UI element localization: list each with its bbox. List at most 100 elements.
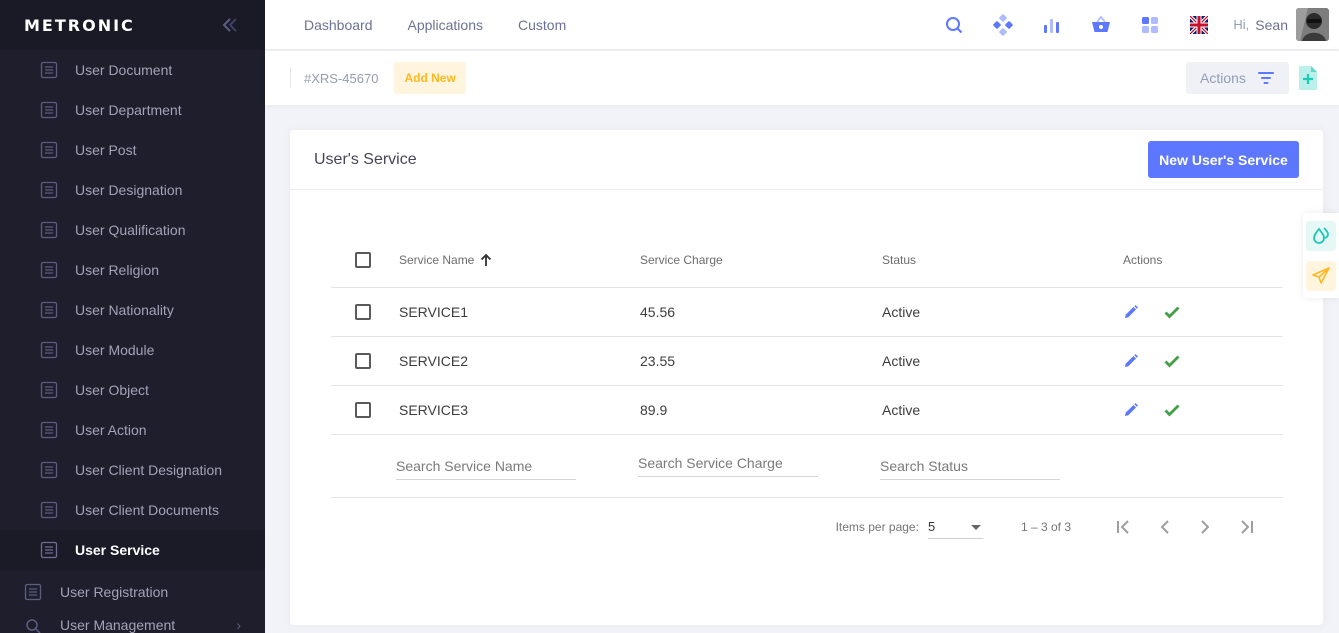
dropdown-arrow-icon xyxy=(970,519,981,534)
sidebar-item-label: User Nationality xyxy=(75,302,174,318)
sidebar-item-label: User Registration xyxy=(60,583,169,600)
drops-icon[interactable] xyxy=(1306,220,1336,251)
row-checkbox[interactable] xyxy=(355,304,371,320)
sidebar-item-label: User Document xyxy=(75,62,173,78)
column-header-service-charge[interactable]: Service Charge xyxy=(640,253,882,267)
row-select-cell xyxy=(331,304,399,320)
status-cell: Active xyxy=(882,353,921,369)
list-icon xyxy=(24,583,42,601)
table-row: SERVICE1 45.56 Active xyxy=(331,288,1283,337)
edit-icon[interactable] xyxy=(1123,402,1139,418)
add-new-button[interactable]: Add New xyxy=(394,62,466,94)
table-header-row: Service Name Service Charge Status Actio… xyxy=(331,233,1283,288)
approve-check-icon[interactable] xyxy=(1164,353,1180,369)
basket-icon[interactable] xyxy=(1076,7,1125,43)
list-icon xyxy=(40,141,58,159)
sidebar-item-user-management[interactable]: User Management › xyxy=(0,613,265,633)
row-select-cell xyxy=(331,402,399,418)
table-row: SERVICE2 23.55 Active xyxy=(331,337,1283,386)
items-per-page-label: Items per page: xyxy=(835,520,919,534)
next-page-icon[interactable] xyxy=(1185,507,1225,547)
sidebar-item-label: User Management xyxy=(60,617,176,633)
sidebar-item-user-object[interactable]: User Object xyxy=(0,370,265,410)
first-page-icon[interactable] xyxy=(1105,507,1145,547)
row-select-cell xyxy=(331,353,399,369)
users-service-card: User's Service New User's Service Servic… xyxy=(290,130,1323,625)
list-icon xyxy=(40,221,58,239)
approve-check-icon[interactable] xyxy=(1164,304,1180,320)
sidebar-item-label: User Service xyxy=(75,542,160,558)
search-service-name-input[interactable] xyxy=(396,452,576,480)
status-cell: Active xyxy=(882,402,921,418)
greeting-text: Hi, xyxy=(1233,17,1250,32)
uk-flag-icon[interactable] xyxy=(1174,7,1223,43)
column-header-service-name[interactable]: Service Name xyxy=(399,253,640,267)
page-title: User's Service xyxy=(314,150,417,168)
row-actions xyxy=(1123,402,1283,418)
sidebar-item-user-service[interactable]: User Service xyxy=(0,530,265,570)
brand-bar: METRONIC xyxy=(0,0,265,50)
list-icon xyxy=(40,341,58,359)
sidebar-item-user-registration[interactable]: User Registration xyxy=(0,570,265,613)
bar-chart-icon[interactable] xyxy=(1027,7,1076,43)
search-icon[interactable] xyxy=(929,7,978,43)
last-page-icon[interactable] xyxy=(1225,507,1265,547)
top-header: Dashboard Applications Custom Hi, Sean xyxy=(265,0,1339,50)
sidebar-item-user-department[interactable]: User Department xyxy=(0,90,265,130)
service-charge-cell: 89.9 xyxy=(640,402,668,418)
sidebar-item-user-designation[interactable]: User Designation xyxy=(0,170,265,210)
new-users-service-button[interactable]: New User's Service xyxy=(1148,141,1299,178)
brand-logo[interactable]: METRONIC xyxy=(24,16,135,35)
avatar[interactable] xyxy=(1296,8,1329,41)
arrow-up-icon[interactable] xyxy=(480,253,492,267)
sidebar-item-user-post[interactable]: User Post xyxy=(0,130,265,170)
approve-check-icon[interactable] xyxy=(1164,402,1180,418)
status-cell: Active xyxy=(882,304,921,320)
list-icon xyxy=(40,461,58,479)
actions-label: Actions xyxy=(1200,70,1246,86)
column-label: Service Name xyxy=(399,253,475,267)
select-all-checkbox[interactable] xyxy=(355,252,371,268)
filter-charge-wrap xyxy=(638,449,880,478)
add-file-icon[interactable] xyxy=(1297,64,1319,92)
sidebar-menu: User Document User Department User Post … xyxy=(0,50,265,633)
search-service-charge-input[interactable] xyxy=(638,449,818,478)
edit-icon[interactable] xyxy=(1123,353,1139,369)
list-icon xyxy=(40,61,58,79)
sidebar: METRONIC User Document User Department U… xyxy=(0,0,265,633)
sidebar-item-user-module[interactable]: User Module xyxy=(0,330,265,370)
sidebar-item-user-document[interactable]: User Document xyxy=(0,50,265,90)
sidebar-item-label: User Client Documents xyxy=(75,502,219,518)
send-icon[interactable] xyxy=(1306,260,1336,291)
sidebar-item-user-client-designation[interactable]: User Client Designation xyxy=(0,450,265,490)
row-actions xyxy=(1123,353,1283,369)
apps-icon[interactable] xyxy=(1125,7,1174,43)
row-checkbox[interactable] xyxy=(355,402,371,418)
edit-icon[interactable] xyxy=(1123,304,1139,320)
page-size-select[interactable]: 5 xyxy=(927,515,983,539)
user-name[interactable]: Sean xyxy=(1255,17,1288,33)
previous-page-icon[interactable] xyxy=(1145,507,1185,547)
sidebar-item-user-nationality[interactable]: User Nationality xyxy=(0,290,265,330)
row-checkbox[interactable] xyxy=(355,353,371,369)
nav-custom[interactable]: Custom xyxy=(518,17,566,33)
sidebar-item-label: User Designation xyxy=(75,182,183,198)
search-status-input[interactable] xyxy=(880,452,1060,480)
filter-name-wrap xyxy=(396,452,638,480)
paginator: Items per page: 5 1 – 3 of 3 xyxy=(331,498,1283,556)
sidebar-item-user-client-documents[interactable]: User Client Documents xyxy=(0,490,265,530)
sidebar-item-user-religion[interactable]: User Religion xyxy=(0,250,265,290)
nav-applications[interactable]: Applications xyxy=(408,17,484,33)
sidebar-item-user-action[interactable]: User Action xyxy=(0,410,265,450)
collapse-sidebar-icon[interactable] xyxy=(219,14,241,36)
table-row: SERVICE3 89.9 Active xyxy=(331,386,1283,435)
sidebar-item-label: User Department xyxy=(75,102,182,118)
sidebar-item-user-qualification[interactable]: User Qualification xyxy=(0,210,265,250)
nav-dashboard[interactable]: Dashboard xyxy=(304,17,373,33)
column-header-status[interactable]: Status xyxy=(882,253,1123,267)
sidebar-item-label: User Post xyxy=(75,142,137,158)
chevron-right-icon: › xyxy=(236,617,241,633)
list-icon xyxy=(40,421,58,439)
layers-icon[interactable] xyxy=(978,7,1027,43)
actions-dropdown-button[interactable]: Actions xyxy=(1186,62,1289,94)
